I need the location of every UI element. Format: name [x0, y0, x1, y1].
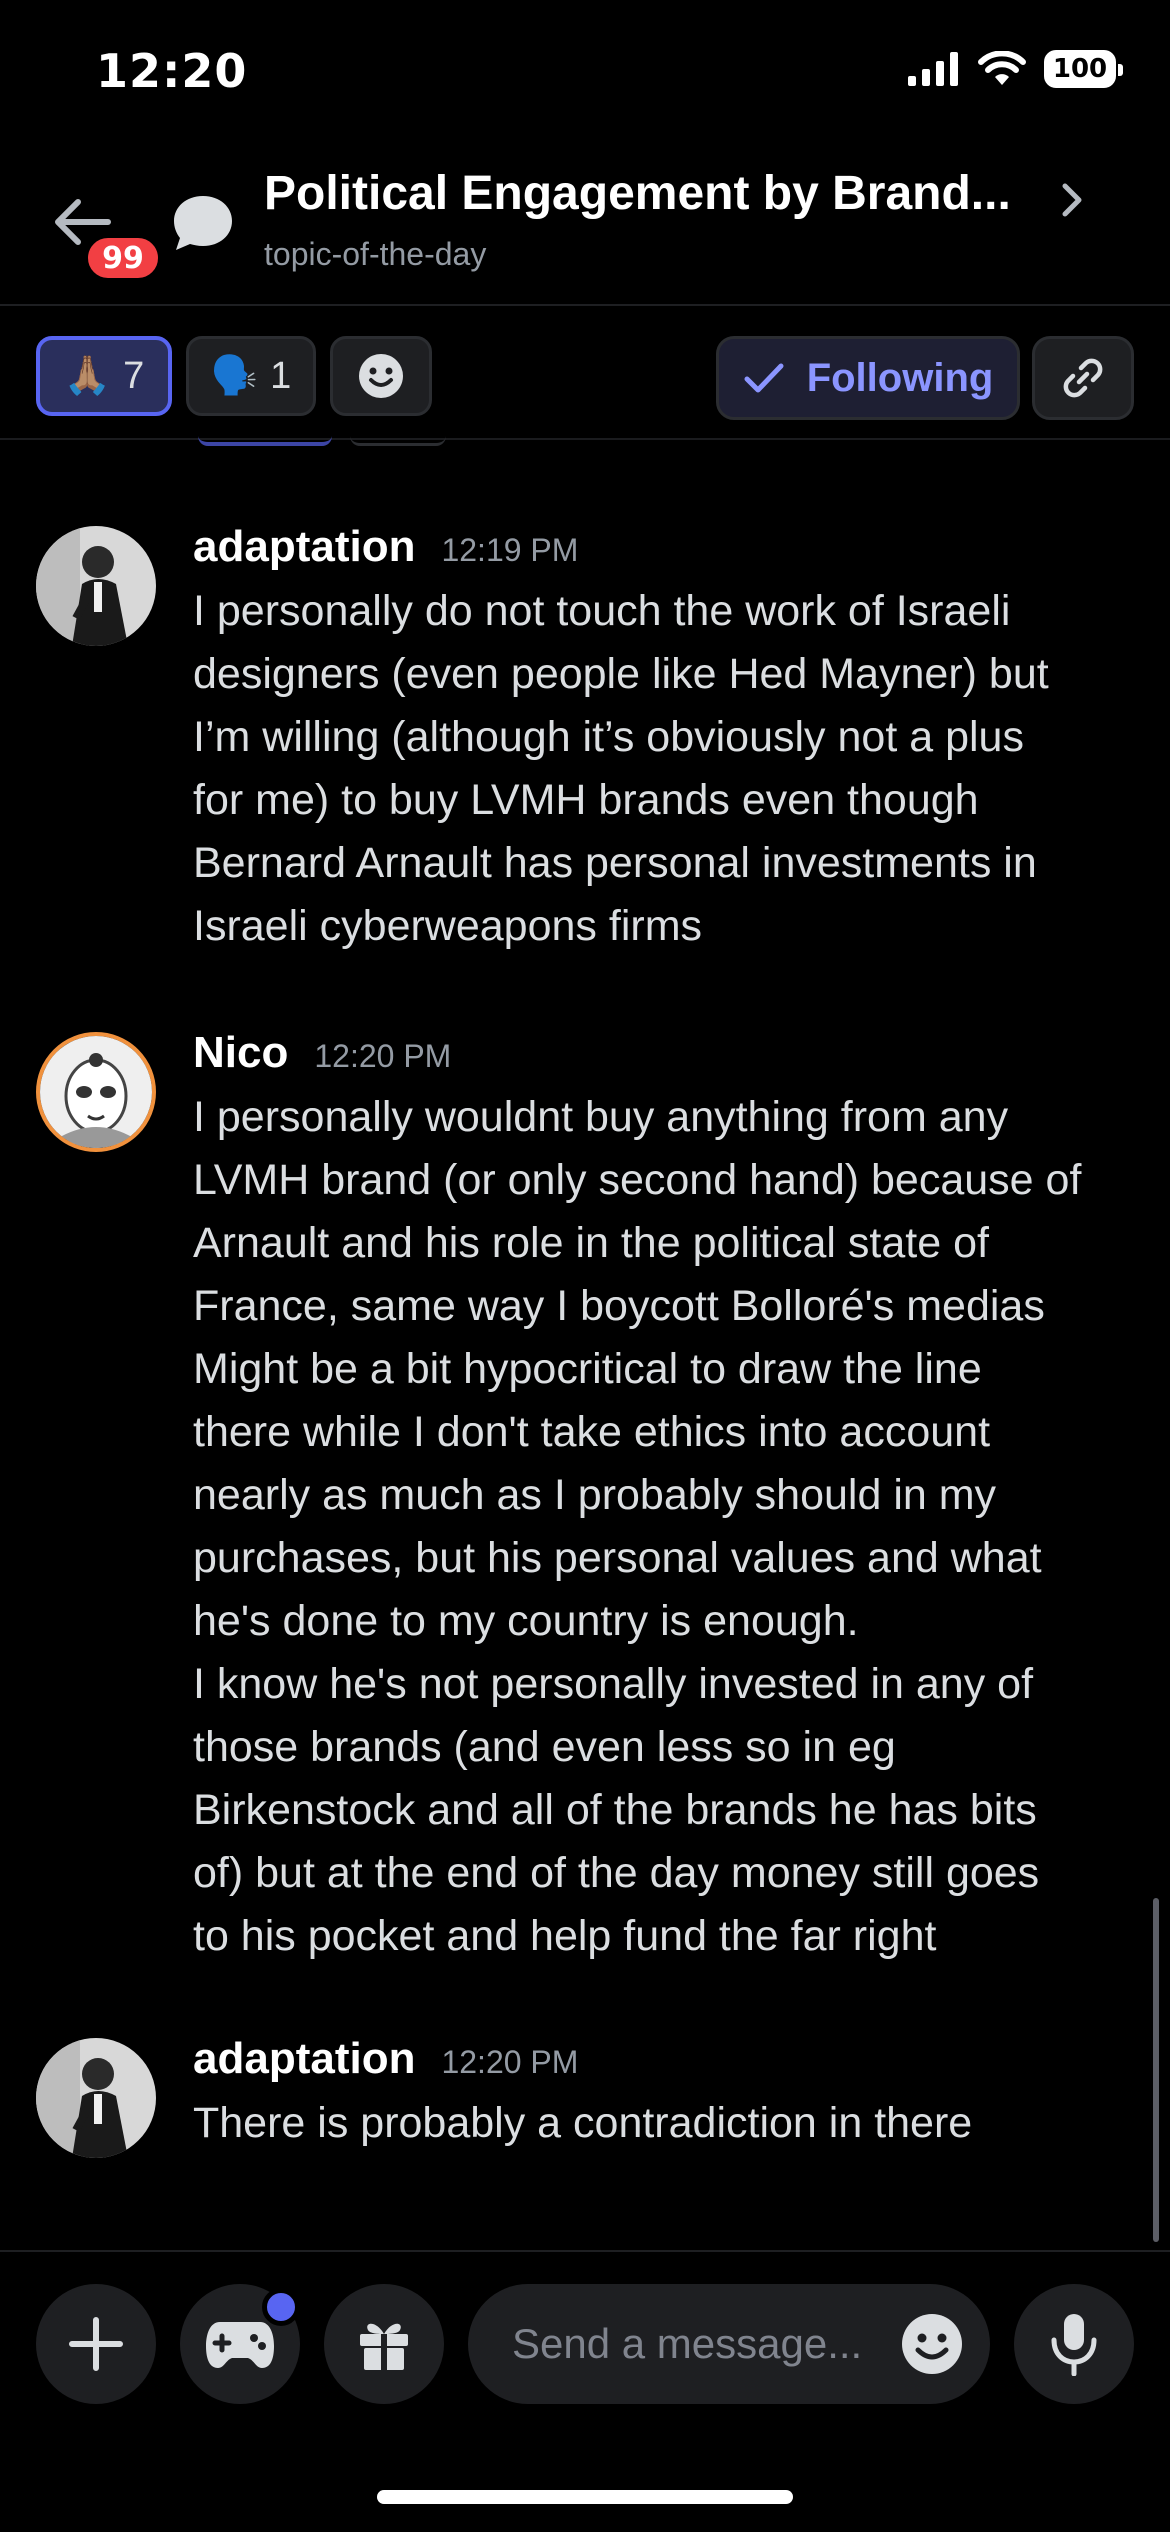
author-name[interactable]: adaptation [193, 2034, 415, 2084]
wifi-icon [978, 51, 1026, 85]
attach-button[interactable] [36, 2284, 156, 2404]
pray-emoji: 🙏🏽 [63, 355, 112, 397]
message-item[interactable]: adaptation 12:20 PM There is probably a … [0, 2034, 1170, 2174]
cellular-signal-icon [908, 52, 958, 86]
checkmark-icon [744, 363, 784, 393]
status-time: 12:20 [96, 44, 248, 98]
timestamp: 12:20 PM [441, 2044, 579, 2080]
following-label: Following [806, 355, 994, 400]
message-text: There is probably a contradiction in the… [193, 2099, 973, 2147]
gift-icon [360, 2323, 408, 2370]
message-text: I personally do not touch the work of Is… [193, 587, 1049, 950]
microphone-icon [1051, 2314, 1097, 2376]
reaction-pray[interactable]: 🙏🏽 7 [36, 336, 172, 416]
battery-indicator: 100 [1044, 50, 1123, 88]
thread-title[interactable]: Political Engagement by Brand... [264, 166, 1011, 221]
message-header: adaptation 12:19 PM [193, 522, 578, 572]
message-header: adaptation 12:20 PM [193, 2034, 578, 2084]
smiley-icon [359, 354, 403, 398]
emoji-picker-icon[interactable] [900, 2312, 964, 2376]
timestamp: 12:20 PM [314, 1038, 452, 1074]
avatar[interactable] [36, 1032, 156, 1152]
avatar-photo [36, 526, 156, 646]
following-button[interactable]: Following [716, 336, 1020, 420]
author-name[interactable]: adaptation [193, 522, 415, 572]
message-item[interactable]: Nico 12:20 PM I personally wouldnt buy a… [0, 1028, 1170, 1968]
avatar-photo [40, 1036, 152, 1148]
chevron-right-icon[interactable] [1055, 176, 1089, 224]
author-name[interactable]: Nico [193, 1028, 288, 1078]
channel-name[interactable]: topic-of-the-day [264, 236, 486, 273]
avatar-photo [36, 2038, 156, 2158]
status-bar: 12:20 100 [0, 0, 1170, 150]
reaction-count: 7 [123, 354, 145, 397]
message-list[interactable]: adaptation 12:19 PM I personally do not … [0, 440, 1170, 2250]
thread-header: 99 Political Engagement by Brand... topi… [0, 150, 1170, 306]
plus-icon [69, 2317, 123, 2371]
message-input[interactable] [512, 2320, 892, 2368]
thread-action-row: 🙏🏽 7 🗣️ 1 Following [0, 308, 1170, 440]
copy-link-button[interactable] [1032, 336, 1134, 420]
thread-bubble-icon [174, 196, 232, 250]
avatar[interactable] [36, 526, 156, 646]
message-item[interactable]: adaptation 12:19 PM I personally do not … [0, 522, 1170, 962]
message-text: I personally wouldnt buy anything from a… [193, 1093, 1082, 1960]
speaking-head-emoji: 🗣️ [210, 355, 259, 397]
notification-dot [262, 2288, 300, 2326]
link-icon [1063, 358, 1103, 398]
status-icons: 100 [908, 50, 1123, 88]
message-input-container[interactable] [468, 2284, 990, 2404]
battery-level: 100 [1052, 54, 1108, 84]
home-indicator[interactable] [377, 2490, 793, 2504]
add-reaction-button[interactable] [330, 336, 432, 416]
gamepad-icon [206, 2322, 274, 2368]
timestamp: 12:19 PM [441, 532, 579, 568]
message-header: Nico 12:20 PM [193, 1028, 451, 1078]
reaction-speaking-head[interactable]: 🗣️ 1 [186, 336, 316, 416]
gift-button[interactable] [324, 2284, 444, 2404]
voice-message-button[interactable] [1014, 2284, 1134, 2404]
unread-badge: 99 [82, 232, 164, 284]
reaction-count: 1 [270, 354, 292, 397]
scrollbar[interactable] [1153, 1898, 1159, 2242]
avatar[interactable] [36, 2038, 156, 2158]
